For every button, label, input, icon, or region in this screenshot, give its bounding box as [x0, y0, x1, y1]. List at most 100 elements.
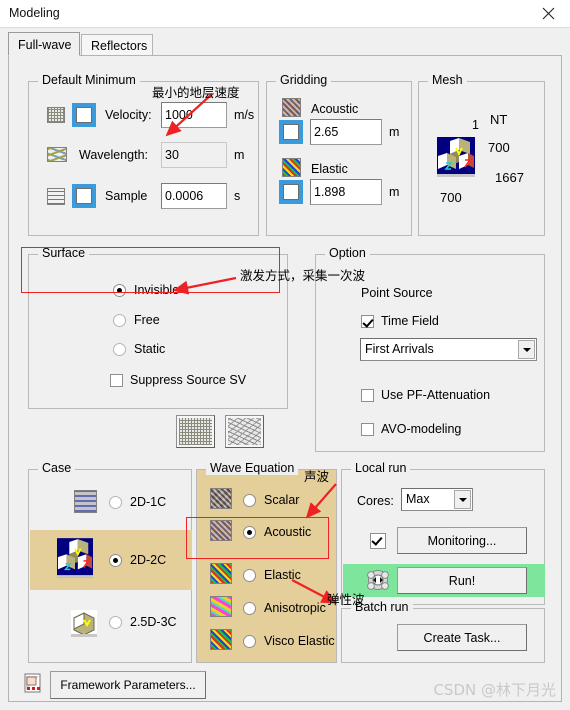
- cube-axes-icon: [437, 137, 475, 177]
- wave-label-elastic: Elastic: [264, 568, 301, 582]
- cube-corner-icon: [71, 610, 97, 637]
- time-field-checkbox[interactable]: [361, 315, 374, 328]
- run-button[interactable]: Run!: [397, 567, 527, 594]
- wave-label-anisotropic: Anisotropic: [264, 601, 326, 615]
- mesh-label-nt: NT: [490, 112, 508, 127]
- wavelength-label: Wavelength:: [79, 148, 149, 162]
- anisotropic-texture-icon: [210, 596, 232, 617]
- case-radio-2-5d-3c[interactable]: [109, 616, 122, 629]
- point-source-label: Point Source: [361, 286, 433, 300]
- group-case-label: Case: [38, 462, 76, 475]
- group-surface-label: Surface: [38, 247, 90, 260]
- wave-label-visco-elastic: Visco Elastic: [264, 634, 335, 648]
- framework-parameters-button[interactable]: Framework Parameters...: [50, 671, 206, 699]
- annotation-elastic-wave: 弹性波: [327, 592, 365, 607]
- wave-radio-elastic[interactable]: [243, 569, 256, 582]
- group-wave-equation-label: Wave Equation: [206, 462, 299, 475]
- framework-doc-icon: [24, 673, 41, 693]
- chevron-down-icon[interactable]: [518, 340, 535, 359]
- suppress-source-sv-checkbox[interactable]: [110, 374, 123, 387]
- tab-page-full-wave: Default Minimum Velocity: m/s Wavelength…: [8, 55, 562, 702]
- tab-reflectors[interactable]: Reflectors: [81, 34, 153, 56]
- monitoring-button[interactable]: Monitoring...: [397, 527, 527, 554]
- group-case: Case 2D-1C 2D-2C 2.5D-3C: [28, 462, 192, 663]
- case-label-2d-2c: 2D-2C: [130, 553, 167, 567]
- mesh-preview-1-button[interactable]: [176, 415, 215, 448]
- chevron-down-icon-cores[interactable]: [454, 490, 471, 509]
- surface-label-static: Static: [134, 342, 166, 356]
- wave-label-scalar: Scalar: [264, 493, 300, 507]
- surface-radio-invisible[interactable]: [113, 284, 126, 297]
- group-gridding-label: Gridding: [276, 74, 332, 87]
- wave-radio-scalar[interactable]: [243, 494, 256, 507]
- gridding-acoustic-checkbox[interactable]: [279, 120, 303, 144]
- wave-radio-visco-elastic[interactable]: [243, 635, 256, 648]
- mesh-value-nt: 700: [488, 140, 510, 155]
- gridding-acoustic-input[interactable]: [310, 119, 382, 145]
- case-radio-2d-2c[interactable]: [109, 554, 122, 567]
- gridding-elastic-label: Elastic: [311, 162, 348, 176]
- surface-radio-free[interactable]: [113, 314, 126, 327]
- gridding-acoustic-unit: m: [389, 125, 400, 139]
- group-default-minimum-label: Default Minimum: [38, 74, 140, 87]
- use-pf-attenuation-checkbox[interactable]: [361, 389, 374, 402]
- mesh-value-width: 700: [440, 190, 462, 205]
- gridding-elastic-checkbox[interactable]: [279, 180, 303, 204]
- tab-strip: Full-wave Reflectors: [8, 32, 562, 56]
- annotation-source-mode: 激发方式，采集一次波: [240, 268, 366, 283]
- sample-checkbox[interactable]: [72, 184, 96, 208]
- mesh-preview-2-button[interactable]: [225, 415, 264, 448]
- suppress-source-sv-label: Suppress Source SV: [130, 373, 247, 387]
- lines-icon: [47, 188, 65, 205]
- gridding-acoustic-label: Acoustic: [311, 102, 359, 116]
- group-local-run-label: Local run: [351, 462, 411, 475]
- time-field-label: Time Field: [381, 314, 439, 328]
- gridding-elastic-unit: m: [389, 185, 400, 199]
- surface-label-free: Free: [134, 313, 160, 327]
- monitoring-checkbox[interactable]: [370, 533, 386, 549]
- vector-field-icon: [228, 418, 261, 445]
- mesh-value-depth: 1667: [495, 170, 524, 185]
- acoustic-texture-icon: [282, 98, 301, 117]
- velocity-checkbox[interactable]: [72, 103, 96, 127]
- gridding-elastic-input[interactable]: [310, 179, 382, 205]
- acoustic-texture-icon-we: [210, 520, 232, 541]
- tab-reflectors-label: Reflectors: [91, 39, 148, 53]
- case-label-2d-1c: 2D-1C: [130, 495, 167, 509]
- avo-modeling-checkbox[interactable]: [361, 423, 374, 436]
- wavelength-input[interactable]: [161, 142, 227, 168]
- chart-grid-icon: [47, 107, 65, 123]
- surface-label-invisible: Invisible: [134, 283, 180, 297]
- elastic-texture-icon-we: [210, 563, 232, 584]
- surface-radio-static[interactable]: [113, 343, 126, 356]
- wave-slab-icon: [74, 490, 97, 513]
- group-wave-equation: Wave Equation Scalar Acoustic Elastic An…: [196, 462, 337, 663]
- cores-select[interactable]: Max: [401, 488, 473, 511]
- velocity-unit: m/s: [234, 108, 255, 122]
- elastic-texture-icon: [282, 158, 301, 177]
- velocity-input[interactable]: [161, 102, 227, 128]
- annotation-acoustic-wave: 声波: [304, 469, 330, 484]
- close-button[interactable]: [526, 0, 570, 27]
- tab-full-wave[interactable]: Full-wave: [8, 32, 80, 56]
- arrivals-select[interactable]: First Arrivals: [360, 338, 537, 361]
- sample-input[interactable]: [161, 183, 227, 209]
- wave-curve-icon: [47, 147, 67, 162]
- group-local-run: Local run Cores: Max Monitoring... Run!: [341, 462, 545, 605]
- group-batch-run: Batch run Create Task...: [341, 601, 545, 663]
- wave-label-acoustic: Acoustic: [264, 525, 312, 539]
- cores-label: Cores:: [357, 494, 394, 508]
- wave-radio-anisotropic[interactable]: [243, 602, 256, 615]
- case-radio-2d-1c[interactable]: [109, 496, 122, 509]
- group-default-minimum: Default Minimum Velocity: m/s Wavelength…: [28, 74, 259, 236]
- wavelength-unit: m: [234, 148, 245, 162]
- title-bar: Modeling: [0, 0, 570, 28]
- annotation-min-velocity: 最小的地层速度: [152, 85, 240, 100]
- visco-texture-icon: [210, 629, 232, 650]
- contour-grid-icon: [179, 418, 212, 445]
- scalar-texture-icon: [210, 488, 232, 509]
- group-mesh-label: Mesh: [428, 74, 467, 87]
- create-task-button[interactable]: Create Task...: [397, 624, 527, 651]
- wave-radio-acoustic[interactable]: [243, 526, 256, 539]
- mesh-value-one: 1: [472, 118, 479, 132]
